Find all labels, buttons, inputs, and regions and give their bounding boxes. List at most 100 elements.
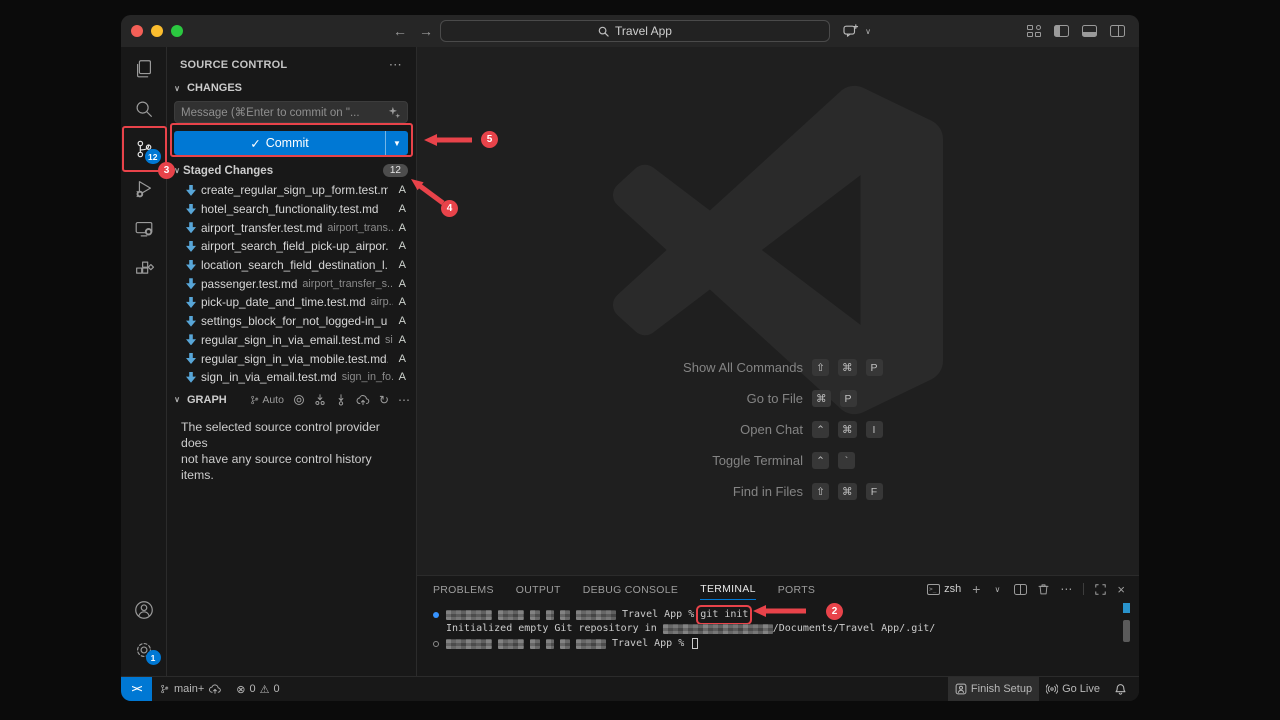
markdown-file-icon: [186, 278, 196, 289]
redacted-text: [530, 639, 540, 649]
shortcut-label: Find in Files: [568, 484, 803, 499]
customize-layout-icon[interactable]: [1027, 25, 1041, 37]
notifications-item[interactable]: [1107, 677, 1139, 701]
staged-file-row[interactable]: location_search_field_destination_l...A: [167, 256, 416, 275]
commit-dropdown-button[interactable]: ▼: [385, 131, 408, 155]
chevron-down-icon: ∨: [171, 84, 183, 93]
staged-file-row[interactable]: pick-up_date_and_time.test.md airp...A: [167, 293, 416, 312]
errors-icon: ⊗: [236, 683, 245, 696]
new-terminal-dropdown-icon[interactable]: ∨: [991, 585, 1003, 594]
git-status-added: A: [393, 296, 406, 308]
go-live-label: Go Live: [1062, 683, 1100, 695]
tab-debug-console[interactable]: DEBUG CONSOLE: [583, 579, 679, 600]
key-chip: I: [866, 421, 883, 438]
split-terminal-icon[interactable]: [1014, 584, 1027, 595]
zoom-window-button[interactable]: [171, 25, 183, 37]
git-branch-icon: [159, 683, 170, 695]
staged-changes-header[interactable]: ∨ Staged Changes 12: [167, 162, 416, 179]
terminal-scrollbar-thumb[interactable]: [1123, 620, 1130, 642]
copilot-chat-icon[interactable]: [843, 24, 859, 38]
panel-more-actions-icon[interactable]: ⋯: [1060, 582, 1072, 596]
file-desc: airp...: [371, 296, 393, 308]
search-icon: [598, 26, 609, 37]
markdown-file-icon: [186, 316, 196, 327]
git-init-command: git init: [700, 609, 748, 621]
changes-section-header[interactable]: ∨ CHANGES: [167, 79, 416, 97]
extensions-icon[interactable]: [121, 249, 167, 289]
staged-file-row[interactable]: airport_transfer.test.mdairport_trans...…: [167, 218, 416, 237]
command-pending-dot-icon: [433, 641, 439, 647]
chevron-down-icon[interactable]: ∨: [862, 27, 874, 36]
new-terminal-icon[interactable]: +: [972, 581, 980, 597]
markdown-file-icon: [186, 334, 196, 345]
redacted-path: [663, 624, 773, 634]
source-control-icon[interactable]: 12: [121, 129, 167, 169]
graph-auto-toggle[interactable]: Auto: [249, 394, 284, 406]
editor-watermark-area: Show All Commands⇧⌘P Go to File⌘P Open C…: [417, 47, 1139, 575]
staged-file-row[interactable]: passenger.test.mdairport_transfer_s...A: [167, 274, 416, 293]
sparkle-generate-icon[interactable]: [388, 106, 401, 119]
annotation-badge-3: 3: [158, 162, 175, 179]
file-name: pick-up_date_and_time.test.md: [201, 295, 366, 309]
staged-file-row[interactable]: create_regular_sign_up_form.test.mdA: [167, 181, 416, 200]
branch-status-item[interactable]: main+: [152, 677, 229, 701]
pull-icon[interactable]: [335, 394, 347, 406]
remote-indicator-button[interactable]: ><: [121, 677, 152, 702]
tab-problems[interactable]: PROBLEMS: [433, 579, 494, 600]
graph-more-actions-icon[interactable]: ⋯: [398, 393, 410, 407]
command-center-search[interactable]: Travel App: [440, 20, 830, 42]
close-panel-icon[interactable]: ×: [1117, 582, 1125, 597]
fetch-icon[interactable]: [314, 394, 326, 406]
nav-back-icon[interactable]: ←: [393, 23, 407, 39]
close-window-button[interactable]: [131, 25, 143, 37]
maximize-panel-icon[interactable]: [1095, 584, 1106, 595]
staged-file-row[interactable]: settings_block_for_not_logged-in_u...A: [167, 312, 416, 331]
source-control-sidebar: SOURCE CONTROL ⋯ ∨ CHANGES Message (⌘Ent…: [167, 47, 417, 676]
terminal-shell-item[interactable]: >_ zsh: [927, 583, 961, 595]
markdown-file-icon: [186, 222, 196, 233]
remote-explorer-icon[interactable]: [121, 209, 167, 249]
commit-message-input[interactable]: Message (⌘Enter to commit on "...: [174, 101, 408, 123]
toggle-secondary-sidebar-icon[interactable]: [1110, 25, 1125, 37]
target-icon[interactable]: [293, 394, 305, 406]
minimize-window-button[interactable]: [151, 25, 163, 37]
tab-output[interactable]: OUTPUT: [516, 579, 561, 600]
sidebar-more-actions-icon[interactable]: ⋯: [389, 57, 402, 73]
key-chip: P: [840, 390, 857, 407]
search-sidebar-icon[interactable]: [121, 89, 167, 129]
staged-file-row[interactable]: hotel_search_functionality.test.mdA: [167, 200, 416, 219]
key-chip: ⌘: [838, 421, 857, 438]
markdown-file-icon: [186, 260, 196, 271]
tab-terminal[interactable]: TERMINAL: [700, 578, 756, 600]
kill-terminal-icon[interactable]: [1038, 583, 1049, 595]
terminal-line-1: Travel App % git init: [433, 609, 1139, 621]
annotation-badge-2: 2: [826, 603, 843, 620]
terminal-content[interactable]: Travel App % git init Initialized empty …: [417, 602, 1139, 650]
settings-gear-icon[interactable]: 1: [121, 630, 167, 670]
staged-file-row[interactable]: sign_in_via_email.test.mdsign_in_fo...A: [167, 368, 416, 387]
finish-setup-item[interactable]: Finish Setup: [948, 677, 1039, 701]
staged-file-row[interactable]: airport_search_field_pick-up_airpor...A: [167, 237, 416, 256]
explorer-icon[interactable]: [121, 49, 167, 89]
toggle-panel-icon[interactable]: [1082, 25, 1097, 37]
tab-ports[interactable]: PORTS: [778, 579, 815, 600]
redacted-text: [546, 639, 554, 649]
terminal-icon: >_: [927, 584, 940, 595]
nav-forward-icon[interactable]: →: [419, 23, 433, 39]
staged-file-row[interactable]: regular_sign_in_via_email.test.mdsi...A: [167, 331, 416, 350]
staged-file-row[interactable]: regular_sign_in_via_mobile.test.md...A: [167, 349, 416, 368]
graph-section-header[interactable]: ∨ GRAPH Auto ↻ ⋯: [167, 387, 416, 411]
refresh-icon[interactable]: ↻: [379, 393, 389, 407]
redacted-text: [446, 639, 492, 649]
problems-status-item[interactable]: ⊗ 0 ⚠ 0: [229, 677, 286, 701]
commit-button[interactable]: ✓ Commit ▼: [174, 131, 408, 155]
cloud-upload-icon[interactable]: [356, 394, 370, 406]
redacted-text: [576, 639, 606, 649]
go-live-item[interactable]: Go Live: [1039, 677, 1107, 701]
file-desc: si...: [385, 334, 393, 346]
accounts-icon[interactable]: [121, 590, 167, 630]
toggle-primary-sidebar-icon[interactable]: [1054, 25, 1069, 37]
shortcut-label: Go to File: [568, 391, 803, 406]
annotation-badge-4: 4: [441, 200, 458, 217]
graph-empty-message-line2: not have any source control history item…: [181, 451, 402, 483]
